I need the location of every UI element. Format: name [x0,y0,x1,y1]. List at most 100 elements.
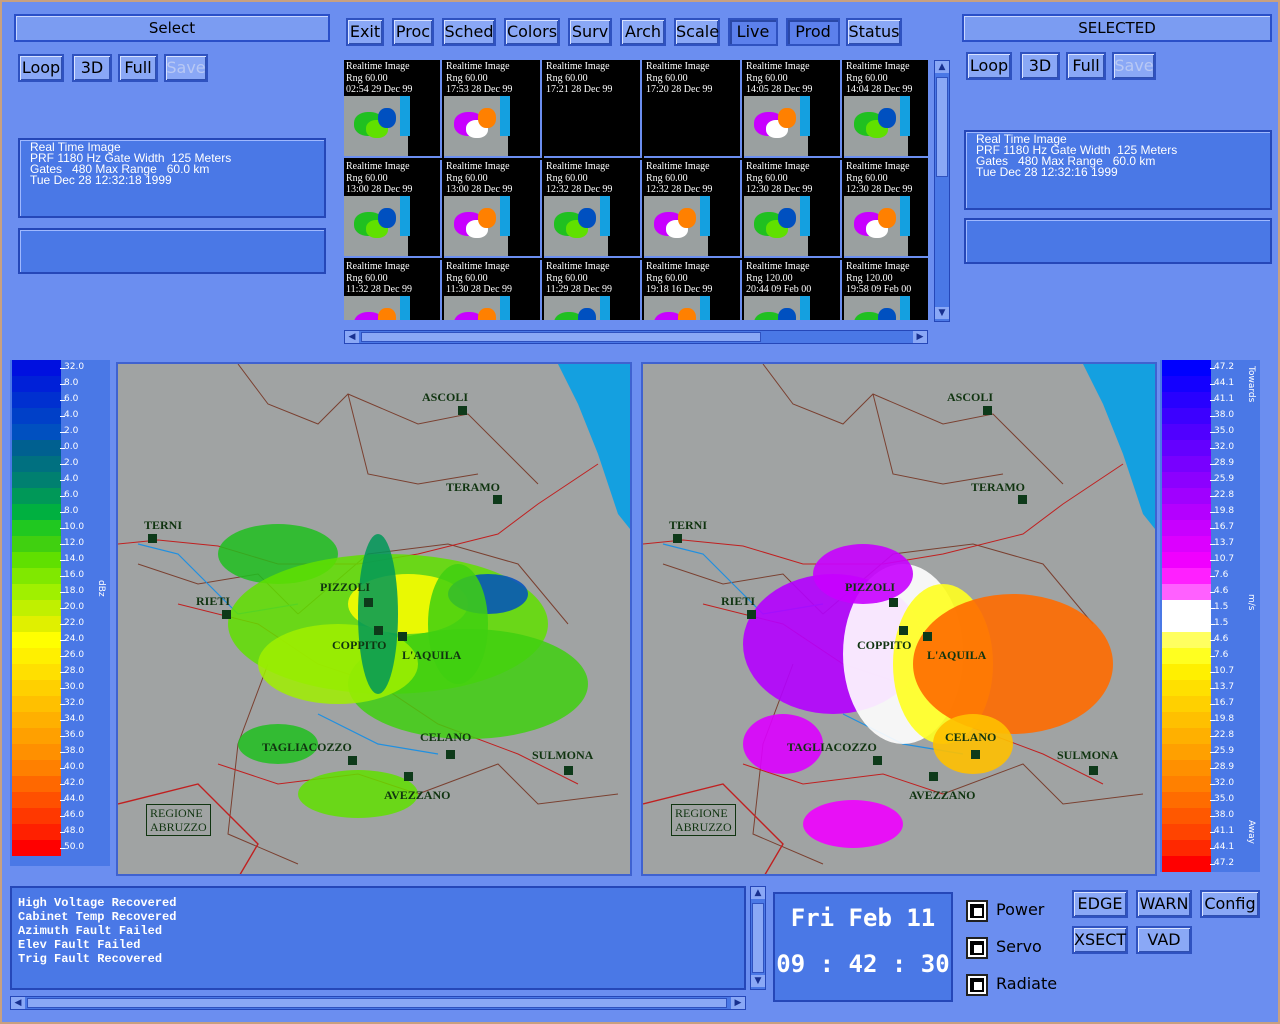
log-scroll-down-arrow-icon[interactable]: ▼ [751,975,765,987]
colors-button[interactable]: Colors [504,18,560,46]
thumbnail-item[interactable]: Realtime Image Rng 60.00 11:32 28 Dec 99 [344,260,442,320]
vertical-scroll-thumb[interactable] [936,77,948,177]
thumbnail-item[interactable]: Realtime Image Rng 60.00 11:29 28 Dec 99 [544,260,642,320]
thumbnail-item[interactable]: Realtime Image Rng 60.00 14:05 28 Dec 99 [744,60,842,158]
live-button[interactable]: Live [728,18,778,46]
legend-swatch [1162,408,1211,424]
surv-button[interactable]: Surv [568,18,612,46]
legend-label: 28.9 [1214,762,1235,772]
thumbnail-item[interactable]: Realtime Image Rng 60.00 11:30 28 Dec 99 [444,260,542,320]
thumbnail-item[interactable]: Realtime Image Rng 60.00 12:32 28 Dec 99 [644,160,742,258]
arch-button[interactable]: Arch [620,18,666,46]
thumbnail-echo [478,108,496,128]
legend-row: 25.9 [1160,744,1260,760]
log-horizontal-scroll-thumb[interactable] [27,998,727,1008]
log-vertical-scrollbar[interactable]: ▲ ▼ [750,886,766,990]
prod-button[interactable]: Prod [786,18,840,46]
proc-button[interactable]: Proc [392,18,434,46]
legend-label: 16.7 [1214,698,1235,708]
scroll-left-arrow-icon[interactable]: ◀ [345,331,359,343]
log-horizontal-scrollbar[interactable]: ◀ ▶ [10,996,746,1010]
sched-button[interactable]: Sched [442,18,496,46]
velocity-map[interactable]: ASCOLI TERAMO TERNI RIETI PIZZOLI COPPITO L'AQ… [641,362,1157,876]
left-3d-button[interactable]: 3D [72,54,112,82]
servo-toggle-icon[interactable] [966,937,988,959]
legend-label: 0.0 [64,442,79,452]
thumbnail-item[interactable]: Realtime Image Rng 60.00 13:00 28 Dec 99 [444,160,542,258]
legend-row: 38.0 [1160,408,1260,424]
thumbnail-item[interactable]: Realtime Image Rng 60.00 14:04 28 Dec 99 [844,60,928,158]
thumbnail-vertical-scrollbar[interactable]: ▲ ▼ [934,60,950,322]
city-marker [446,750,455,759]
right-loop-button[interactable]: Loop [966,52,1012,80]
status-button[interactable]: Status [846,18,902,46]
thumbnail-item[interactable]: Realtime Image Rng 60.00 17:53 28 Dec 99 [444,60,542,158]
legend-row: 10.0 [10,520,110,536]
legend-swatch [1162,568,1211,584]
power-toggle-icon[interactable] [966,900,988,922]
thumbnail-grid[interactable]: Realtime Image Rng 60.00 02:54 29 Dec 99 Re… [344,60,928,320]
thumbnail-item[interactable]: Realtime Image Rng 60.00 12:30 28 Dec 99 [844,160,928,258]
sea-area [1083,364,1155,529]
exit-button[interactable]: Exit [346,18,384,46]
right-full-button[interactable]: Full [1066,52,1106,80]
legend-label: 8.0 [64,378,79,388]
thumbnail-item[interactable]: Realtime Image Rng 120.00 19:58 09 Feb 00 [844,260,928,320]
city-marker [364,598,373,607]
log-scroll-up-arrow-icon[interactable]: ▲ [751,887,765,899]
legend-row: 12.0 [10,536,110,552]
thumbnail-time: 13:00 28 Dec 99 [346,184,413,195]
city-label: CELANO [945,730,997,744]
thumbnail-item[interactable]: Realtime Image Rng 60.00 17:20 28 Dec 99 [644,60,742,158]
thumbnail-item[interactable]: Realtime Image Rng 120.00 20:44 09 Feb 00 [744,260,842,320]
city-label: AVEZZANO [909,788,976,802]
left-save-button[interactable]: Save [164,54,208,82]
horizontal-scroll-thumb[interactable] [361,332,761,342]
scroll-down-arrow-icon[interactable]: ▼ [935,307,949,319]
legend-row: 13.7 [1160,536,1260,552]
legend-label: 40.0 [64,762,85,772]
thumbnail-item[interactable]: Realtime Image Rng 60.00 12:32 28 Dec 99 [544,160,642,258]
log-scroll-right-arrow-icon[interactable]: ▶ [731,997,745,1009]
legend-label: 2.0 [64,426,79,436]
legend-swatch [1162,536,1211,552]
vad-button[interactable]: VAD [1136,926,1192,954]
thumbnail-time: 17:21 28 Dec 99 [546,84,613,95]
thumbnail-horizontal-scrollbar[interactable]: ◀ ▶ [344,330,928,344]
legend-row: 20.0 [10,600,110,616]
left-full-button[interactable]: Full [118,54,158,82]
legend-row: 10.7 [1160,664,1260,680]
thumbnail-item[interactable]: Realtime Image Rng 60.00 19:18 16 Dec 99 [644,260,742,320]
warn-button[interactable]: WARN [1136,890,1192,918]
scroll-up-arrow-icon[interactable]: ▲ [935,61,949,73]
legend-swatch [12,632,61,648]
left-loop-button[interactable]: Loop [18,54,64,82]
reflectivity-map[interactable]: ASCOLI TERAMO TERNI RIETI PIZZOLI COPPITO L'AQ… [116,362,632,876]
thumbnail-item[interactable]: Realtime Image Rng 60.00 12:30 28 Dec 99 [744,160,842,258]
xsect-button[interactable]: XSECT [1072,926,1128,954]
edge-button[interactable]: EDGE [1072,890,1128,918]
thumbnail-item[interactable]: Realtime Image Rng 60.00 17:21 28 Dec 99 [544,60,642,158]
log-scroll-left-arrow-icon[interactable]: ◀ [11,997,25,1009]
thumbnail-item[interactable]: Realtime Image Rng 60.00 02:54 29 Dec 99 [344,60,442,158]
thumbnail-echo [678,308,696,320]
scroll-right-arrow-icon[interactable]: ▶ [913,331,927,343]
right-save-button[interactable]: Save [1112,52,1156,80]
scale-button[interactable]: Scale [674,18,720,46]
right-3d-button[interactable]: 3D [1020,52,1060,80]
legend-swatch [12,376,61,392]
log-vertical-scroll-thumb[interactable] [752,903,764,973]
radiate-toggle-icon[interactable] [966,974,988,996]
legend-swatch [1162,808,1211,824]
legend-swatch [12,440,61,456]
legend-row: 50.0 [10,840,110,856]
legend-swatch [12,456,61,472]
thumbnail-time: 12:30 28 Dec 99 [846,184,913,195]
thumbnail-item[interactable]: Realtime Image Rng 60.00 13:00 28 Dec 99 [344,160,442,258]
config-button[interactable]: Config [1200,890,1260,918]
thumbnail-echo [778,208,796,228]
thumbnail-echo [578,308,596,320]
log-line: Trig Fault Recovered [18,952,163,966]
thumbnail-sea [800,196,810,236]
legend-row: 2.0 [10,456,110,472]
